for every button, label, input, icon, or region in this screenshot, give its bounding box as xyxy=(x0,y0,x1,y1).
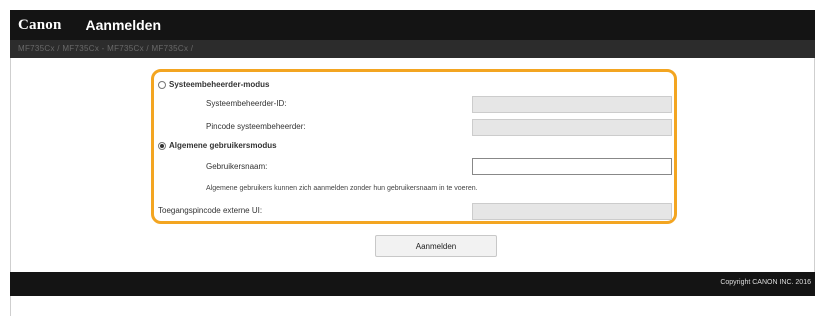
user-mode-note-text: Algemene gebruikers kunnen zich aanmelde… xyxy=(206,185,478,192)
admin-mode-radio[interactable] xyxy=(158,80,166,89)
remote-ui-pin-label: Toegangspincode externe UI: xyxy=(158,206,263,215)
remote-ui-pin-row: Toegangspincode externe UI: xyxy=(158,206,262,215)
login-page: Canon Aanmelden MF735Cx / MF735Cx - MF73… xyxy=(0,0,815,316)
admin-mode-label: Systeembeheerder-modus xyxy=(169,80,270,89)
admin-pin-field[interactable] xyxy=(472,119,672,136)
login-form-panel: Systeembeheerder-modus Systeembeheerder-… xyxy=(151,69,677,224)
admin-pin-label: Pincode systeembeheerder: xyxy=(206,122,306,131)
admin-id-field[interactable] xyxy=(472,96,672,113)
main-content: Systeembeheerder-modus Systeembeheerder-… xyxy=(10,58,815,272)
user-mode-radio[interactable] xyxy=(158,141,166,150)
footer-bar: Copyright CANON INC. 2016 xyxy=(10,272,815,296)
sub-header-bar: MF735Cx / MF735Cx - MF735Cx / MF735Cx / xyxy=(10,40,815,58)
content-border xyxy=(10,296,11,316)
username-field[interactable] xyxy=(472,158,672,175)
remote-ui-pin-field[interactable] xyxy=(472,203,672,220)
canon-logo: Canon xyxy=(18,16,62,33)
breadcrumb: MF735Cx / MF735Cx - MF735Cx / MF735Cx / xyxy=(18,44,194,53)
admin-pin-row: Pincode systeembeheerder: xyxy=(206,122,306,131)
copyright-text: Copyright CANON INC. 2016 xyxy=(720,279,811,286)
page-title: Aanmelden xyxy=(85,17,161,33)
user-mode-note: Algemene gebruikers kunnen zich aanmelde… xyxy=(206,185,478,192)
admin-id-label: Systeembeheerder-ID: xyxy=(206,99,287,108)
username-row: Gebruikersnaam: xyxy=(206,162,267,171)
login-button[interactable]: Aanmelden xyxy=(375,235,497,257)
admin-id-row: Systeembeheerder-ID: xyxy=(206,99,286,108)
user-mode-label: Algemene gebruikersmodus xyxy=(169,141,277,150)
user-mode-option[interactable]: Algemene gebruikersmodus xyxy=(158,141,277,150)
username-label: Gebruikersnaam: xyxy=(206,162,268,171)
admin-mode-option[interactable]: Systeembeheerder-modus xyxy=(158,80,269,89)
header-bar: Canon Aanmelden xyxy=(10,10,815,40)
